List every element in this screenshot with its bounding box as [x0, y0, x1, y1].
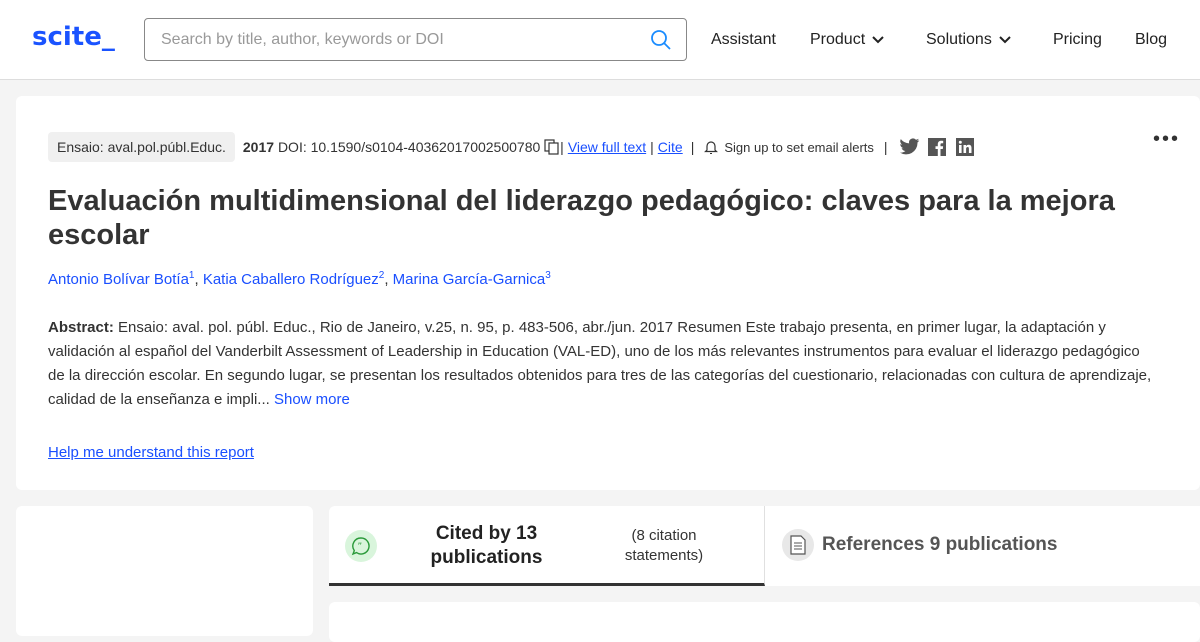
paper-title: Evaluación multidimensional del liderazg… [48, 185, 1115, 251]
nav-product[interactable]: Product [810, 31, 885, 49]
quote-bubble-icon: ” [345, 530, 377, 562]
paper-meta: Ensaio: aval.pol.públ.Educ. 2017 DOI: 10… [48, 132, 974, 162]
citation-statements-count: (8 citation statements) [624, 527, 704, 564]
divider: | [560, 139, 564, 155]
tab-references[interactable]: References 9 publications [766, 506, 1200, 586]
email-alerts-link[interactable]: Sign up to set email alerts [724, 140, 874, 155]
chevron-down-icon [872, 36, 884, 44]
nav-label: Assistant [711, 31, 776, 48]
twitter-icon[interactable] [899, 138, 920, 156]
nav-assistant[interactable]: Assistant [711, 31, 776, 49]
paper-card: Ensaio: aval.pol.públ.Educ. 2017 DOI: 10… [16, 96, 1200, 490]
left-panel [16, 506, 313, 636]
show-more-link[interactable]: Show more [274, 391, 350, 408]
search-icon[interactable] [650, 29, 672, 51]
scite-logo[interactable]: scite_ [32, 22, 115, 52]
search-placeholder: Search by title, author, keywords or DOI [161, 30, 444, 48]
author-link[interactable]: Katia Caballero Rodríguez2 [203, 270, 385, 288]
abstract-label: Abstract: [48, 319, 114, 336]
doi: DOI: 10.1590/s0104-40362017002500780 [277, 139, 541, 155]
chevron-down-icon [999, 36, 1011, 44]
nav-label: Solutions [926, 31, 992, 48]
divider: | [883, 139, 888, 155]
bell-icon[interactable] [703, 139, 719, 155]
nav-pricing[interactable]: Pricing [1053, 31, 1102, 49]
copy-icon[interactable] [544, 139, 560, 155]
divider: | [690, 139, 695, 155]
top-header: scite_ Search by title, author, keywords… [0, 0, 1200, 80]
svg-text:”: ” [358, 542, 363, 552]
abstract: Abstract: Ensaio: aval. pol. públ. Educ.… [48, 316, 1158, 412]
author-link[interactable]: Antonio Bolívar Botía1 [48, 270, 194, 288]
author-list: Antonio Bolívar Botía1, Katia Caballero … [48, 270, 551, 288]
citations-panel [329, 602, 1200, 642]
more-options-button[interactable]: ••• [1153, 128, 1180, 151]
divider: | [650, 139, 654, 155]
facebook-icon[interactable] [927, 138, 946, 156]
tab-cited-by[interactable]: ” Cited by 13 publications (8 citation s… [329, 506, 765, 586]
author-link[interactable]: Marina García-Garnica3 [393, 270, 551, 288]
references-label: References 9 publications [822, 534, 1058, 555]
cited-by-label: Cited by 13 publications [430, 523, 543, 568]
abstract-text: Ensaio: aval. pol. públ. Educ., Rio de J… [48, 319, 1152, 408]
journal-badge[interactable]: Ensaio: aval.pol.públ.Educ. [48, 132, 235, 162]
help-understand-link[interactable]: Help me understand this report [48, 444, 254, 461]
year: 2017 [242, 139, 275, 155]
citation-tabs: ” Cited by 13 publications (8 citation s… [329, 506, 1200, 586]
nav-label: Pricing [1053, 31, 1102, 48]
nav-solutions[interactable]: Solutions [926, 31, 1012, 49]
view-full-text-link[interactable]: View full text [568, 139, 646, 155]
linkedin-icon[interactable] [955, 138, 974, 156]
search-input[interactable]: Search by title, author, keywords or DOI [144, 18, 687, 61]
document-icon [782, 529, 814, 561]
nav-blog[interactable]: Blog [1135, 31, 1167, 49]
nav-label: Product [810, 31, 866, 48]
cite-link[interactable]: Cite [658, 139, 683, 155]
nav-label: Blog [1135, 31, 1168, 48]
